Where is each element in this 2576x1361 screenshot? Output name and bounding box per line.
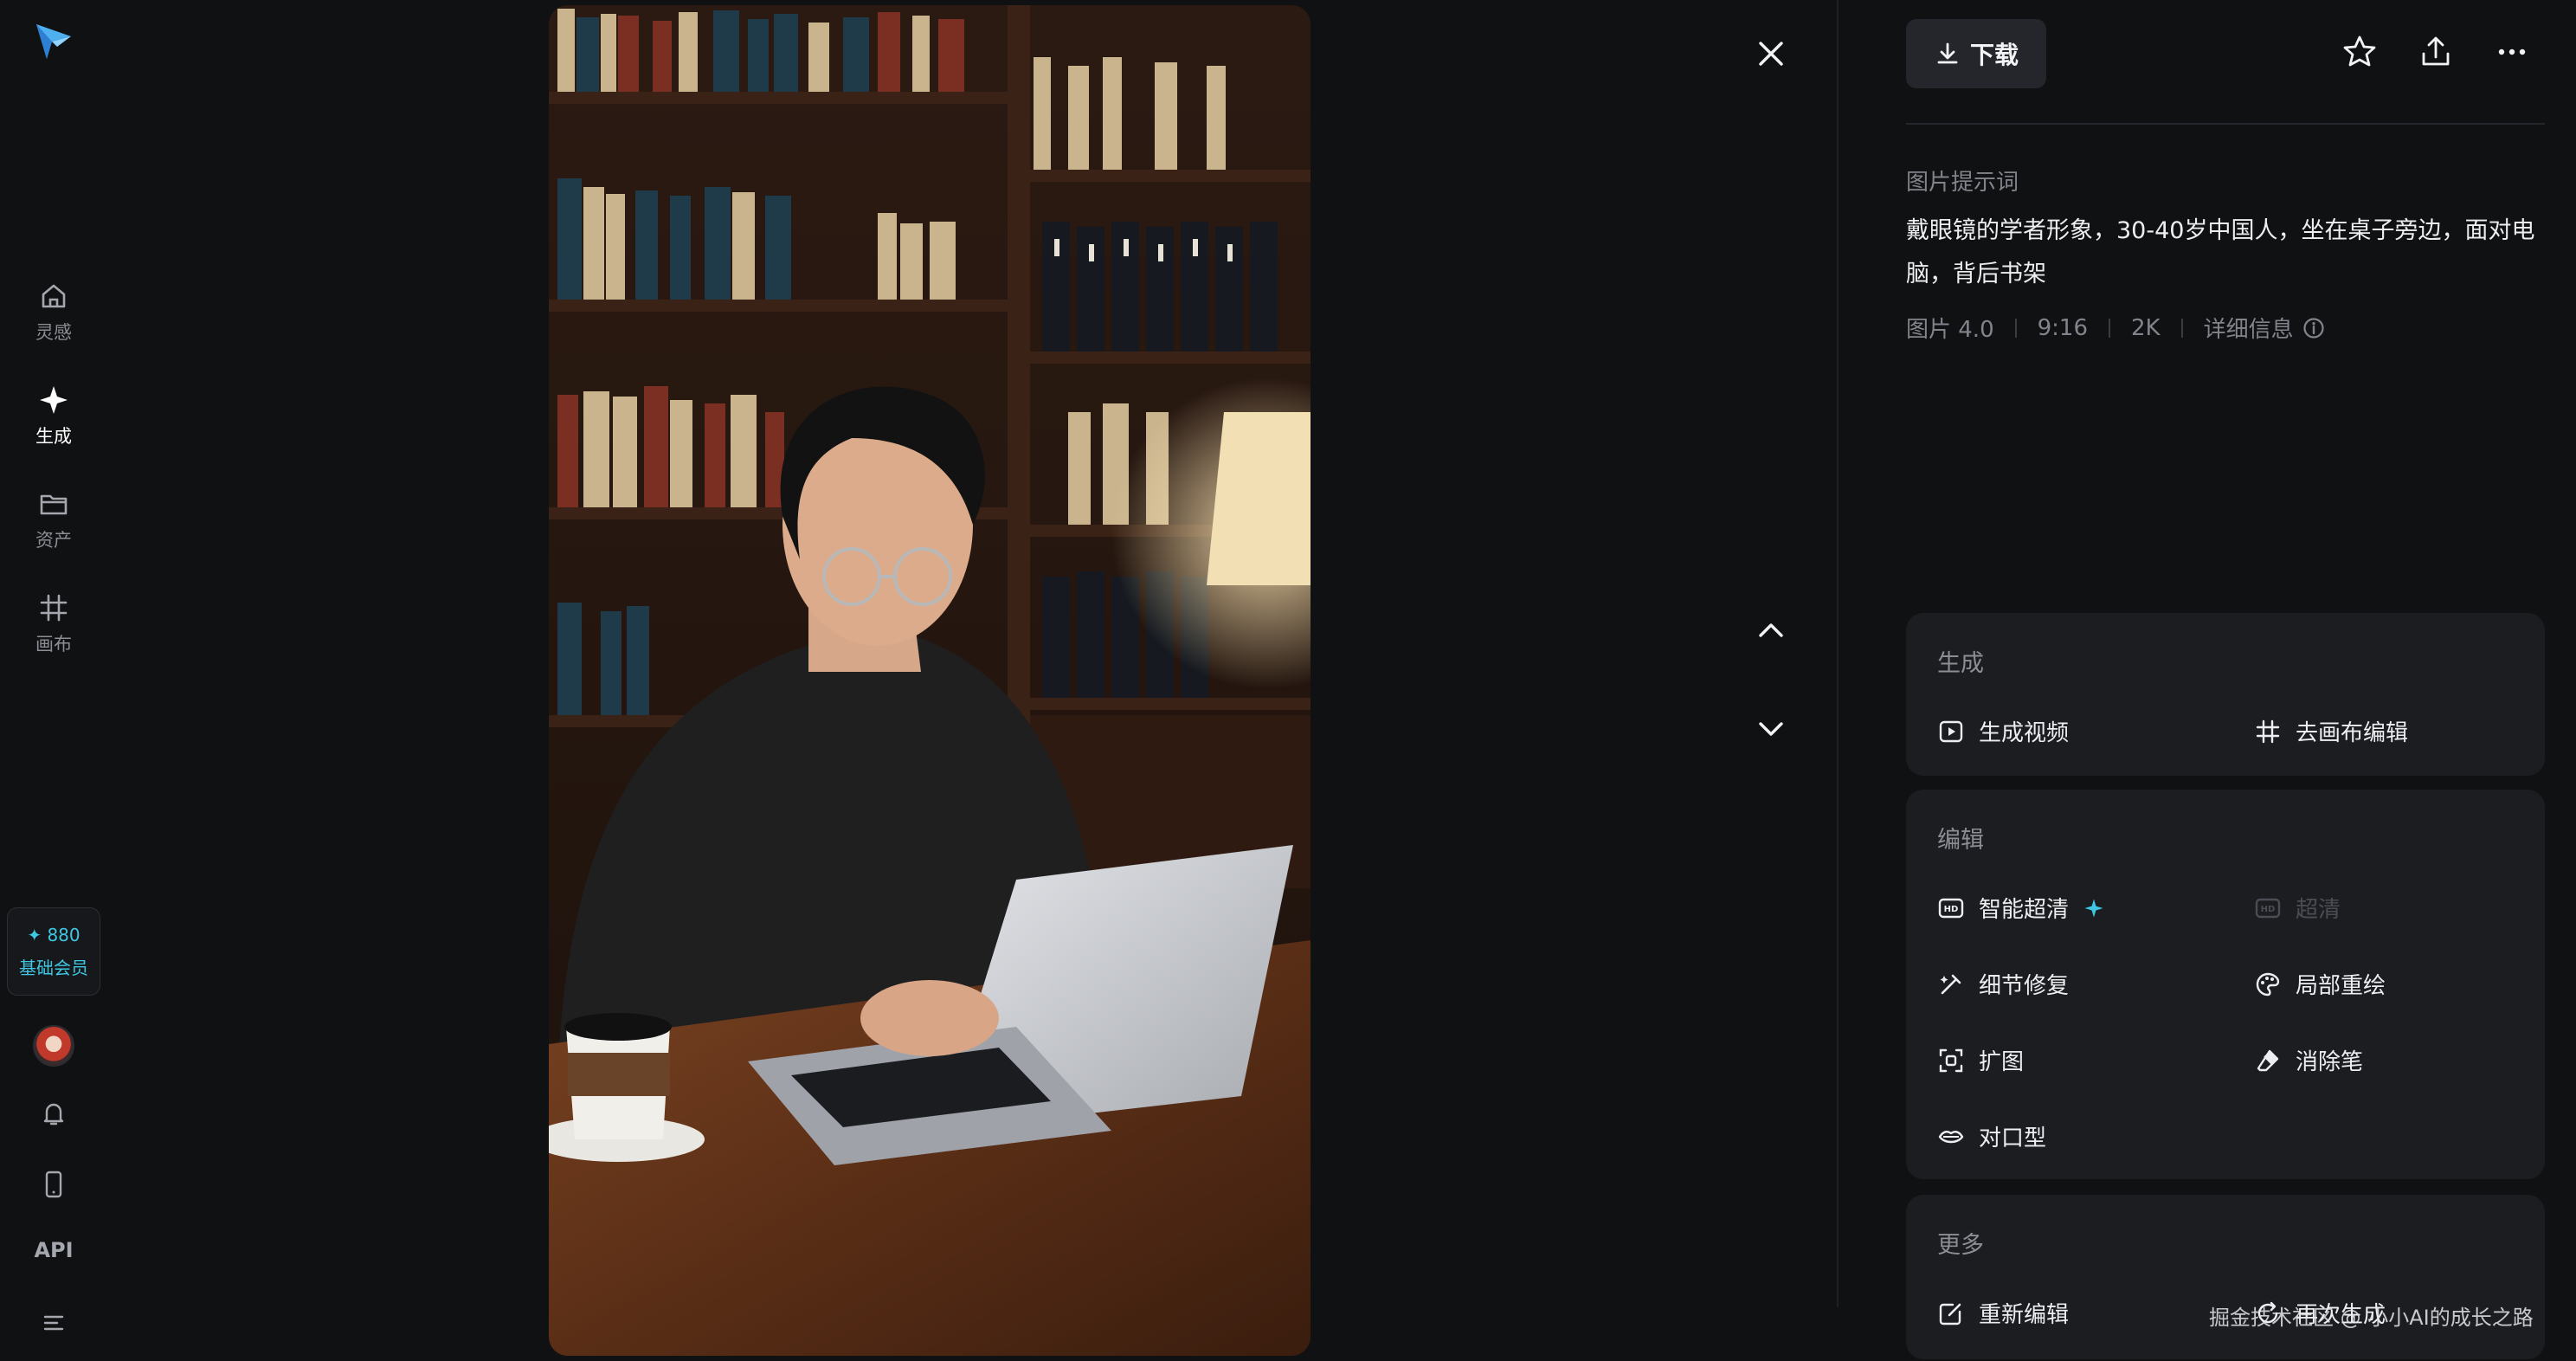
sparkle-icon [40,386,68,414]
smart-upscale-button[interactable]: HD 智能超清 [1937,892,2105,924]
next-image-button[interactable] [1747,705,1795,753]
svg-text:HD: HD [2261,905,2276,914]
svg-text:HD: HD [1944,905,1959,914]
aspect-ratio: 9:16 [2037,314,2089,341]
close-icon [1759,42,1783,66]
sparkle-icon [2084,898,2103,918]
model-version: 图片 4.0 [1906,317,1994,343]
edit-in-canvas-button[interactable]: 去画布编辑 [2254,715,2408,747]
app-logo-icon[interactable] [31,17,76,62]
avatar[interactable] [33,1025,74,1067]
edit-card: 编辑 HD 智能超清 HD 超清 细节修复 局部重绘 扩图 消除笔 对口型 [1906,790,2545,1179]
nav-item-label: 资产 [35,530,72,551]
api-link[interactable]: API [0,1238,107,1262]
nav-item-assets[interactable]: 资产 [0,487,107,552]
generated-image-illustration [549,5,1311,1356]
hd-icon: HD [2255,898,2281,918]
action-label: 生成视频 [1979,720,2070,746]
action-label: 对口型 [1979,1126,2047,1151]
prompt-text[interactable]: 戴眼镜的学者形象，30-40岁中国人，坐在桌子旁边，面对电脑，背后书架 [1906,210,2545,296]
upscale-button[interactable]: HD 超清 [2254,892,2341,924]
left-rail: 灵感 生成 资产 画布 ✦ 880 基础会员 API [0,0,107,1361]
download-button[interactable]: 下载 [1906,19,2046,88]
meta-separator [2180,318,2183,338]
card-title: 生成 [1937,650,1984,677]
hd-icon: HD [1938,898,1964,918]
canvas-icon [2256,719,2280,743]
share-icon[interactable] [2415,31,2457,73]
action-label: 智能超清 [1979,897,2070,923]
generate-video-button[interactable]: 生成视频 [1937,715,2069,747]
resolution: 2K [2131,314,2161,341]
folder-icon [40,494,68,515]
close-button[interactable] [1747,29,1795,78]
home-icon [42,284,66,308]
more-card: 更多 重新编辑 再次生成 [1906,1195,2545,1359]
bell-icon[interactable] [36,1096,71,1131]
points-count: ✦ 880 [27,924,80,945]
generate-card: 生成 生成视频 去画布编辑 [1906,613,2545,776]
nav-item-label: 生成 [35,426,72,447]
meta-separator [2014,318,2017,338]
outpaint-button[interactable]: 扩图 [1937,1044,2024,1076]
eraser-icon [2257,1049,2279,1071]
re-edit-button[interactable]: 重新编辑 [1937,1297,2069,1329]
image-meta: 图片 4.0 9:16 2K 详细信息 [1906,312,2325,344]
chevron-up-icon [1759,623,1783,637]
panel-divider [1837,0,1839,1307]
nav-item-canvas[interactable]: 画布 [0,590,107,656]
video-play-icon [1939,720,1963,742]
membership-tier: 基础会员 [19,957,88,978]
mobile-app-icon[interactable] [36,1167,71,1202]
action-label: 局部重绘 [2296,973,2386,999]
canvas-icon [40,594,68,622]
prompt-title: 图片提示词 [1906,170,2019,196]
inpaint-button[interactable]: 局部重绘 [2254,968,2386,1000]
previous-image-button[interactable] [1747,606,1795,655]
palette-icon [2256,972,2280,996]
nav-item-label: 画布 [35,634,72,655]
nav-item-label: 灵感 [35,322,72,343]
lips-icon [1938,1130,1964,1143]
more-options-icon[interactable] [2491,31,2533,73]
favorite-star-icon[interactable] [2339,31,2380,73]
card-title: 编辑 [1937,827,1984,854]
info-icon[interactable] [2302,317,2325,339]
detail-repair-button[interactable]: 细节修复 [1937,968,2069,1000]
expand-icon [1939,1048,1963,1072]
menu-icon[interactable] [36,1306,71,1340]
lip-sync-button[interactable]: 对口型 [1937,1120,2046,1152]
details-link[interactable]: 详细信息 [2204,312,2294,344]
action-label: 去画布编辑 [2296,720,2409,746]
action-label: 扩图 [1979,1049,2025,1075]
nav-item-inspiration[interactable]: 灵感 [0,279,107,345]
nav-item-generate[interactable]: 生成 [0,383,107,448]
chevron-down-icon [1759,722,1783,736]
detail-panel: 下载 图片提示词 戴眼镜的学者形象，30-40岁中国人，坐在桌子旁边，面对电脑，… [1906,0,2545,1361]
magic-wand-icon [1940,974,1961,994]
action-label: 超清 [2296,897,2341,923]
meta-separator [2109,318,2111,338]
generated-image[interactable] [549,5,1311,1356]
eraser-button[interactable]: 消除笔 [2254,1044,2363,1076]
membership-badge[interactable]: ✦ 880 基础会员 [7,907,100,996]
card-title: 更多 [1937,1232,1984,1259]
action-label: 细节修复 [1979,973,2070,999]
download-icon [1937,42,1958,64]
download-label: 下载 [1969,41,2019,69]
edit-icon [1939,1303,1961,1325]
action-label: 重新编辑 [1979,1302,2070,1328]
watermark: 掘金技术社区 @ 小小AI的成长之路 [2209,1306,2534,1330]
action-label: 消除笔 [2296,1049,2364,1075]
header-divider [1906,123,2545,125]
